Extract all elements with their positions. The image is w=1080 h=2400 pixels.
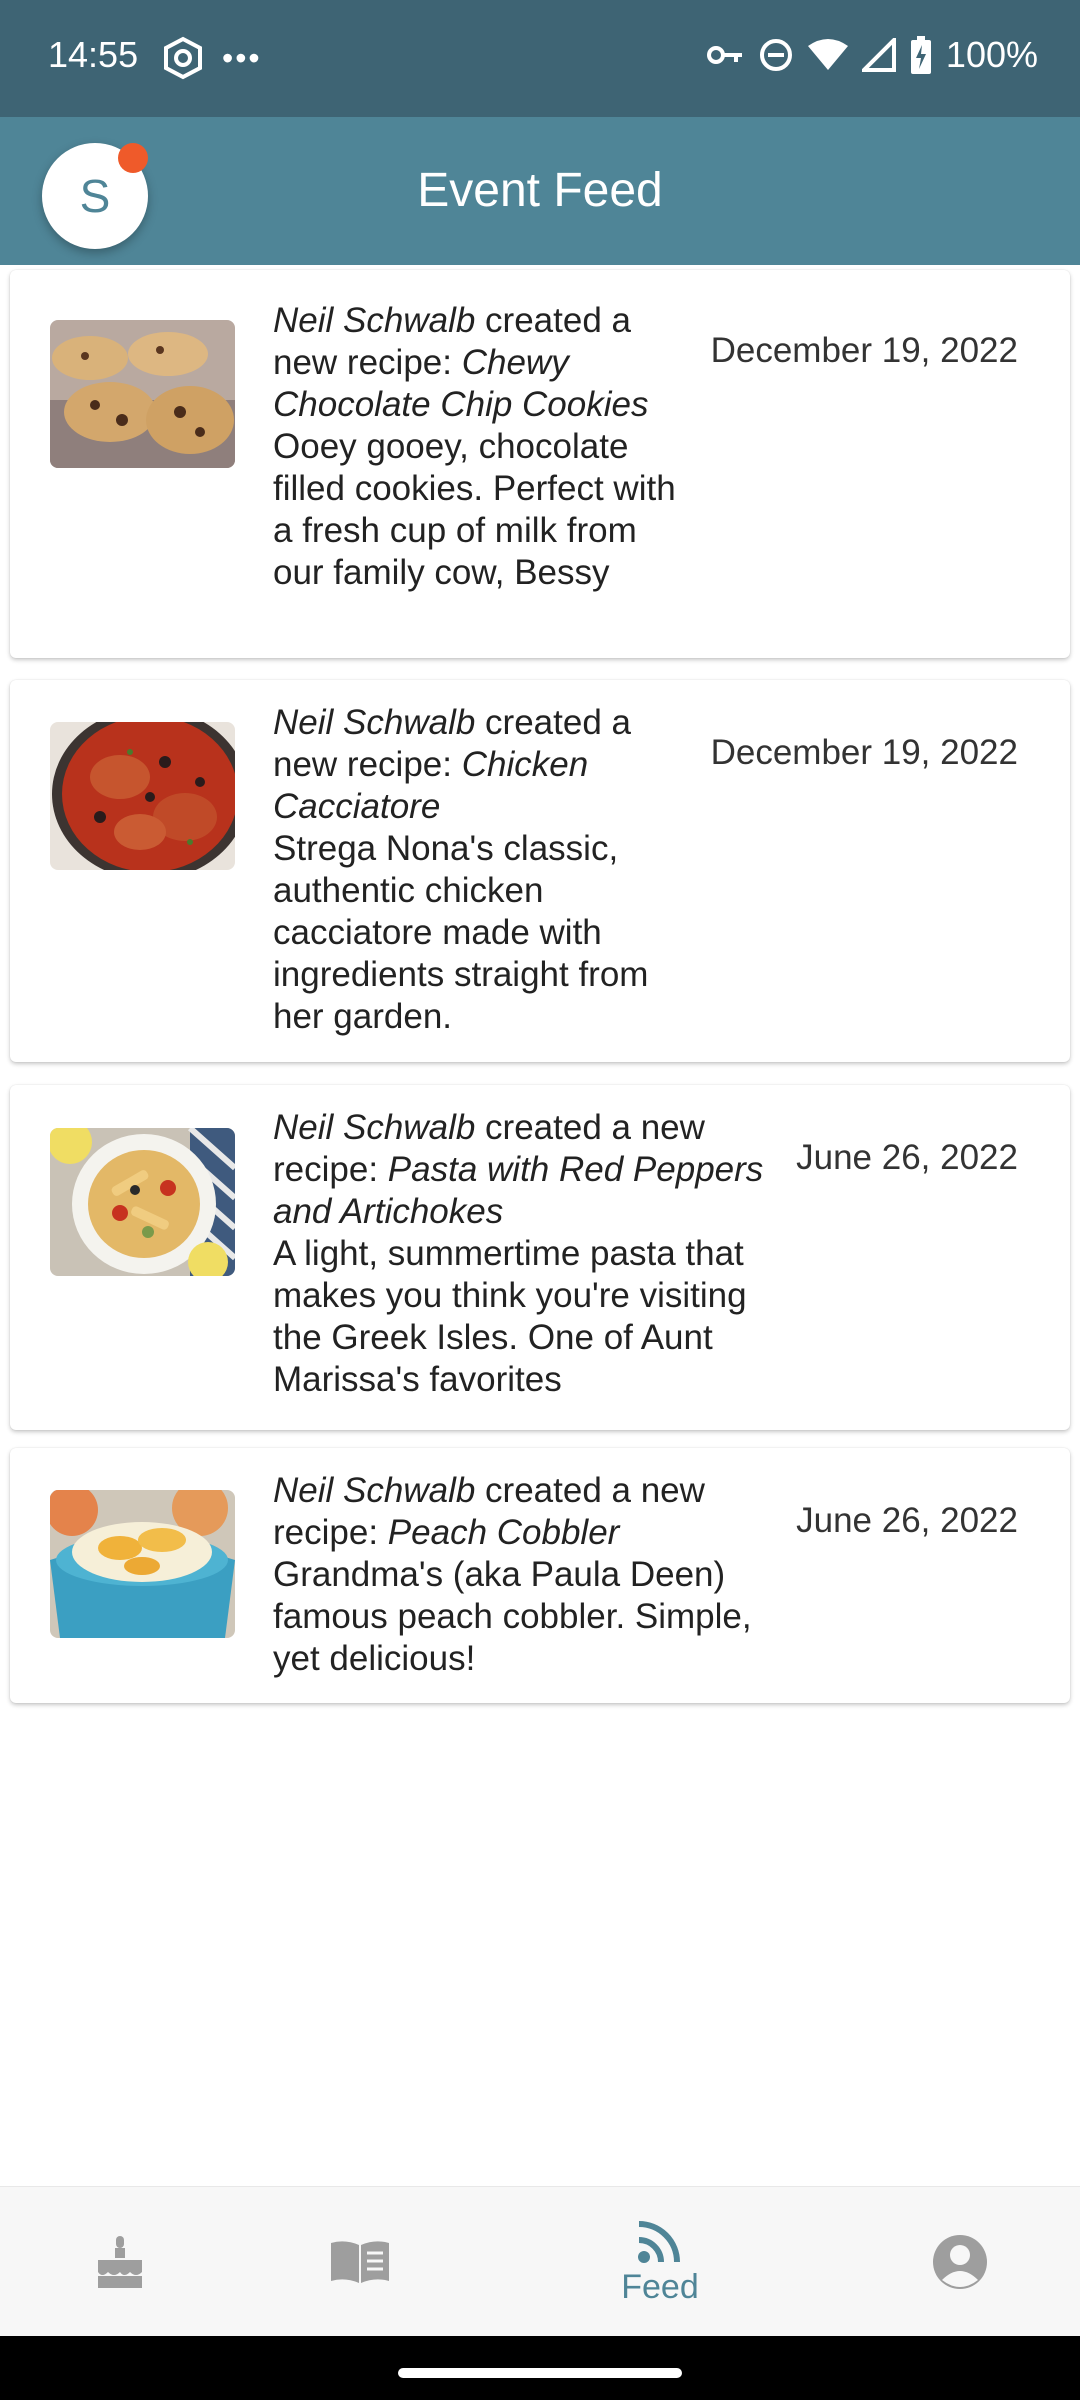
feed-card-text: Neil Schwalb created a new recipe: Chewy… [273,300,693,594]
page-title: Event Feed [417,164,663,217]
signal-icon [861,38,896,72]
status-time: 14:55 [48,34,139,75]
cake-icon [98,2236,142,2288]
recipe-description: Ooey gooey, chocolate filled cookies. Pe… [273,427,676,592]
chocolate-chip-cookies-photo [50,320,235,468]
vpn-icon [164,36,202,80]
author-name: Neil Schwalb [273,1471,476,1510]
account-icon [933,2235,987,2289]
more-icon: ••• [222,40,262,76]
status-bar: 14:55 ••• 100% [0,0,1080,117]
battery-percent: 100% [945,34,1038,75]
nav-item-account[interactable] [900,2187,1020,2337]
pasta-photo [50,1128,235,1276]
feed-card[interactable]: Neil Schwalb created a new recipe: Chewy… [10,270,1070,658]
feed-date: June 26, 2022 [796,1501,1018,1540]
app-bar: S Event Feed [0,117,1080,265]
recipe-description: A light, summertime pasta that makes you… [273,1234,747,1399]
chicken-cacciatore-photo [50,722,235,870]
wifi-icon [807,39,848,70]
system-navigation-bar [0,2336,1080,2400]
recipe-description: Grandma's (aka Paula Deen) famous peach … [273,1555,752,1678]
author-name: Neil Schwalb [273,703,476,742]
feed-card[interactable]: Neil Schwalb created a new recipe: Chick… [10,680,1070,1062]
recipe-title: Peach Cobbler [387,1513,620,1552]
nav-item-recipes[interactable] [300,2187,420,2337]
feed-card[interactable]: Neil Schwalb created a new recipe: Peach… [10,1448,1070,1703]
bottom-navigation: Feed [0,2186,1080,2336]
book-icon [331,2241,389,2283]
rss-feed-icon [638,2220,680,2263]
nav-label-feed: Feed [621,2267,699,2306]
status-icons: 100% [706,30,1038,80]
nav-item-cake[interactable] [60,2187,180,2337]
feed-date: June 26, 2022 [796,1138,1018,1177]
feed-card-text: Neil Schwalb created a new recipe: Pasta… [273,1107,783,1401]
do-not-disturb-icon [759,39,792,71]
feed-card-text: Neil Schwalb created a new recipe: Peach… [273,1470,783,1680]
peach-cobbler-photo [50,1490,235,1638]
author-name: Neil Schwalb [273,1108,476,1147]
battery-charging-icon [910,36,931,74]
author-name: Neil Schwalb [273,301,476,340]
recipe-description: Strega Nona's classic, authentic chicken… [273,829,649,1036]
nav-item-feed[interactable]: Feed [590,2187,730,2337]
feed-card[interactable]: Neil Schwalb created a new recipe: Pasta… [10,1085,1070,1430]
home-gesture-handle[interactable] [398,2368,682,2378]
feed-date: December 19, 2022 [710,331,1018,370]
feed-card-text: Neil Schwalb created a new recipe: Chick… [273,702,693,1038]
key-icon [706,46,742,64]
feed-date: December 19, 2022 [710,733,1018,772]
